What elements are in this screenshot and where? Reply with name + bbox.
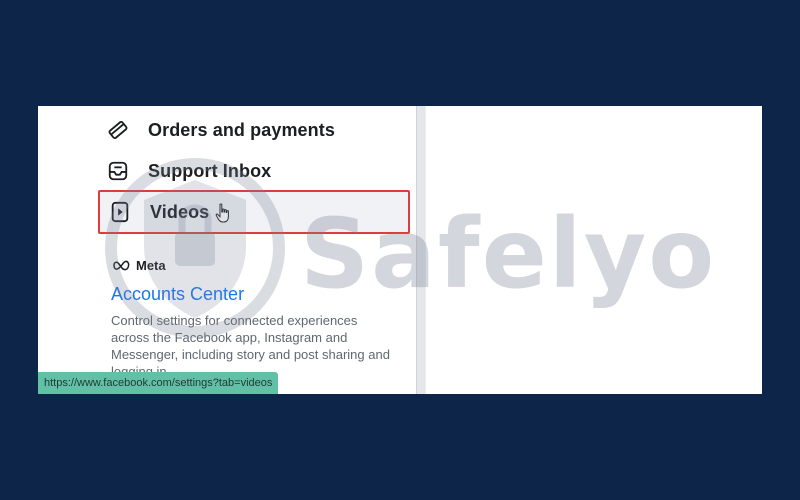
sidebar-item-orders-and-payments[interactable]: Orders and payments (98, 112, 412, 148)
credit-card-icon (106, 118, 130, 142)
settings-sidebar: Orders and payments Support Inbox Videos (38, 106, 416, 394)
sidebar-item-label: Videos (150, 201, 210, 222)
video-icon (108, 200, 132, 224)
accounts-center-description: Control settings for connected experienc… (111, 313, 390, 379)
browser-status-url: https://www.facebook.com/settings?tab=vi… (38, 372, 279, 394)
sidebar-item-support-inbox[interactable]: Support Inbox (98, 153, 412, 189)
sidebar-item-label: Orders and payments (148, 119, 335, 140)
settings-content-pane (426, 106, 762, 394)
meta-logo: Meta (112, 258, 166, 273)
pane-divider[interactable] (416, 106, 426, 394)
meta-logo-text: Meta (136, 258, 166, 273)
inbox-icon (106, 159, 130, 183)
sidebar-item-videos[interactable]: Videos (98, 190, 410, 234)
accounts-center-link[interactable]: Accounts Center (111, 284, 244, 305)
screenshot-frame: Orders and payments Support Inbox Videos (38, 106, 762, 394)
hand-pointer-cursor-icon (215, 202, 231, 228)
sidebar-item-label: Support Inbox (148, 160, 272, 181)
meta-infinity-icon (113, 260, 130, 271)
